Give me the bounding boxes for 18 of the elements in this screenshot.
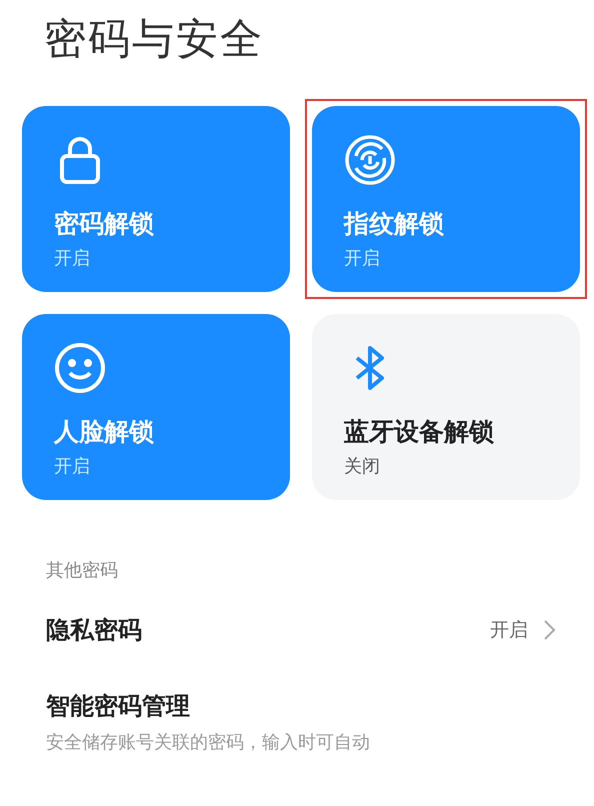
- tile-label: 指纹解锁: [344, 208, 445, 240]
- fingerprint-icon: [344, 134, 396, 186]
- section-header: 其他密码: [46, 559, 119, 582]
- tile-label: 密码解锁: [54, 208, 155, 240]
- smiley-icon: [54, 342, 106, 394]
- tile-status: 关闭: [344, 455, 381, 478]
- tile-status: 开启: [54, 455, 91, 478]
- row-title[interactable]: 智能密码管理: [46, 690, 556, 722]
- row-title[interactable]: 隐私密码: [46, 614, 490, 646]
- chevron-icon: [542, 619, 556, 641]
- unlock-tile[interactable]: 蓝牙设备解锁 关闭: [312, 314, 580, 500]
- tile-status: 开启: [54, 247, 91, 270]
- row-subtitle: 安全储存账号关联的密码，输入时可自动: [46, 731, 371, 754]
- tile-label: 人脸解锁: [54, 416, 155, 448]
- tile-label: 蓝牙设备解锁: [344, 416, 495, 448]
- tile-status: 开启: [344, 247, 381, 270]
- page-title: 密码与安全: [44, 13, 265, 65]
- row-value: 开启: [490, 618, 528, 643]
